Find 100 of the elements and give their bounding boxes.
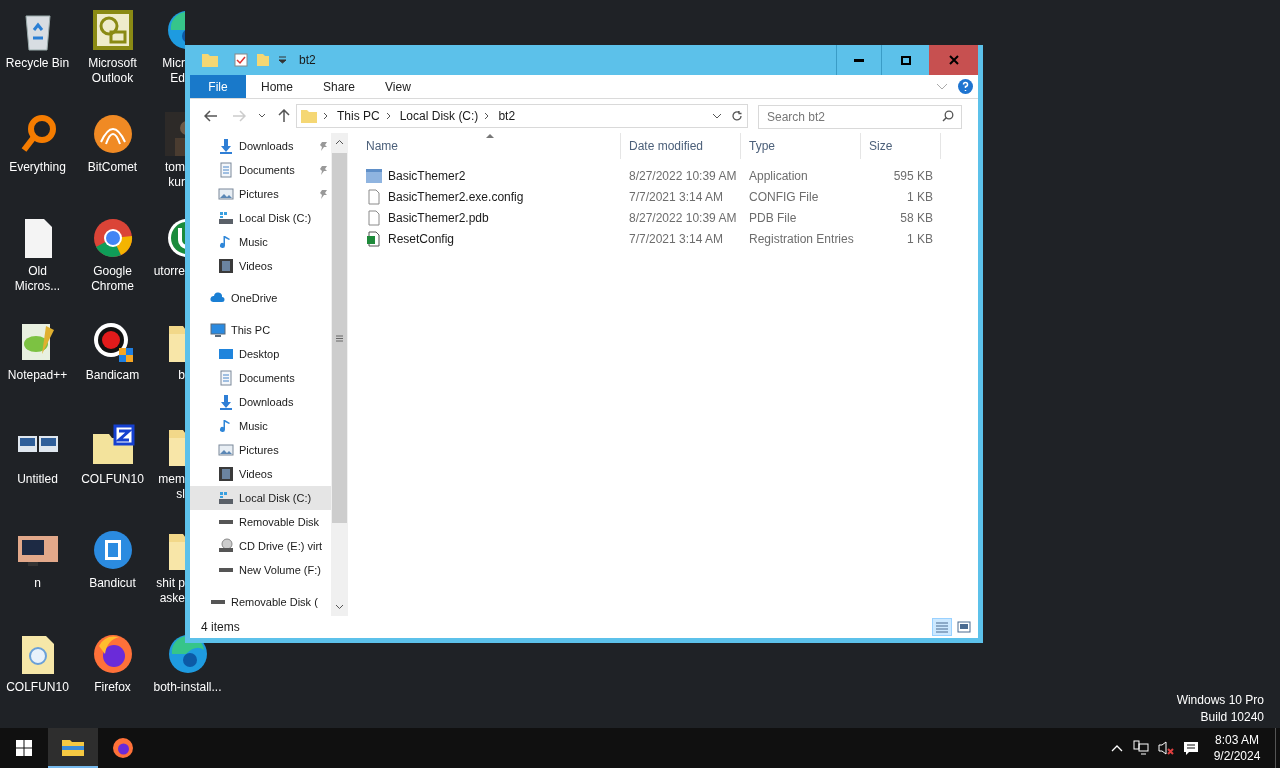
desktop-icon-label: mem sl: [158, 472, 185, 502]
ribbon-tab[interactable]: View: [370, 75, 426, 98]
desktop-icon-label: Microsoft Outlook: [88, 56, 137, 86]
nav-item[interactable]: Documents: [190, 158, 331, 182]
table-cell-text: 595 KB: [892, 167, 934, 185]
desktop-icon-label: Micr Ed: [162, 56, 185, 86]
clock-date[interactable]: 9/2/2024: [1213, 748, 1261, 764]
desktop-icon-label: Old Micros...: [14, 264, 61, 294]
ribbon-tab[interactable]: Share: [308, 75, 371, 98]
nav-item[interactable]: Videos: [190, 462, 331, 486]
desktop-icon-label: Bandicam: [85, 368, 140, 383]
nav-item[interactable]: Music: [190, 414, 331, 438]
scrollbar[interactable]: [331, 133, 348, 616]
network-icon[interactable]: [1133, 740, 1149, 756]
nav-item[interactable]: OneDrive: [190, 286, 331, 310]
breadcrumb-item[interactable]: bt2: [498, 107, 516, 125]
properties-icon[interactable]: [234, 53, 248, 67]
back-arrow-icon[interactable]: [204, 110, 218, 122]
pin-icon: [319, 189, 329, 199]
nav-item[interactable]: Documents: [190, 366, 331, 390]
folder-icon: [62, 738, 84, 756]
taskbar-app[interactable]: [48, 728, 98, 768]
column-header[interactable]: Type: [741, 133, 861, 159]
desktop-icon-label: COLFUN10: [6, 680, 69, 695]
desktop-icon-label: Google Chrome: [91, 264, 134, 294]
ribbon-tab[interactable]: Home: [246, 75, 308, 98]
desktop-icon-label: Recycle Bin: [5, 56, 70, 71]
desktop-icon-label: Notepad++: [7, 368, 68, 383]
removable-icon: [211, 600, 225, 604]
desktop-icon-label: COLFUN10: [81, 472, 144, 487]
nav-label: Pictures: [239, 186, 279, 202]
table-cell-text: 1 KB: [906, 188, 934, 206]
file-name[interactable]: BasicThemer2.pdb: [388, 208, 489, 227]
drive-icon: [218, 490, 234, 506]
breadcrumb-item[interactable]: Local Disk (C:): [399, 107, 479, 125]
nav-item[interactable]: New Volume (F:): [190, 558, 331, 582]
scroll-down-icon[interactable]: [335, 604, 344, 610]
videos-icon: [218, 466, 234, 482]
folder-icon: [301, 109, 317, 123]
scroll-up-icon[interactable]: [335, 139, 344, 145]
download-icon: [218, 138, 234, 154]
desktop-icon-label: Everything: [9, 160, 66, 175]
up-arrow-icon[interactable]: [278, 109, 290, 123]
removable-icon: [219, 520, 233, 524]
nav-item[interactable]: Downloads: [190, 390, 331, 414]
muted-speaker-icon[interactable]: [1157, 740, 1175, 756]
large-icons-view-button[interactable]: [954, 618, 974, 636]
nav-label: Documents: [239, 162, 295, 178]
chevron-up-icon[interactable]: [1111, 744, 1123, 752]
nav-item[interactable]: Downloads: [190, 134, 331, 158]
nav-item[interactable]: Pictures: [190, 182, 331, 206]
table-cell-text: Application: [748, 167, 809, 185]
refresh-icon[interactable]: [731, 110, 743, 122]
nav-item[interactable]: Videos: [190, 254, 331, 278]
dropdown-icon[interactable]: [712, 113, 722, 119]
column-header[interactable]: Size: [861, 133, 941, 159]
nav-item[interactable]: Removable Disk (: [190, 590, 331, 614]
nav-item[interactable]: Local Disk (C:): [190, 486, 331, 510]
breadcrumb-item[interactable]: This PC: [337, 107, 380, 125]
drive-icon: [218, 210, 234, 226]
cd-icon: [218, 538, 234, 554]
nav-label: Downloads: [239, 394, 294, 410]
help-icon[interactable]: [958, 79, 973, 94]
file-name[interactable]: ResetConfig: [388, 229, 455, 248]
table-cell-text: 8/27/2022 10:39 AM: [628, 209, 738, 227]
table-cell-text: CONFIG File: [748, 188, 820, 206]
nav-label: OneDrive: [231, 290, 278, 306]
dropdown-icon[interactable]: [258, 113, 266, 119]
nav-label: Pictures: [239, 442, 279, 458]
desktop-icon-label: Untitled: [17, 472, 58, 487]
nav-item[interactable]: CD Drive (E:) virt: [190, 534, 331, 558]
nav-item[interactable]: Music: [190, 230, 331, 254]
table-cell-text: 7/7/2021 3:14 AM: [628, 230, 725, 248]
desktop-icon-label: Bandicut: [89, 576, 136, 591]
status-text: 4 items: [201, 619, 240, 636]
file-name[interactable]: BasicThemer2.exe.config: [388, 187, 524, 206]
file-name[interactable]: BasicThemer2: [388, 166, 466, 185]
windows-logo-icon: [16, 740, 32, 756]
close-icon: [948, 55, 959, 65]
pictures-icon: [218, 186, 234, 202]
desktop-icon[interactable]: [90, 8, 135, 52]
table-cell-text: 58 KB: [899, 209, 934, 227]
address-bar[interactable]: This PC Local Disk (C:) bt2: [296, 104, 748, 128]
nav-item[interactable]: Removable Disk: [190, 510, 331, 534]
column-header[interactable]: Date modified: [621, 133, 741, 159]
nav-item[interactable]: Desktop: [190, 342, 331, 366]
file-file-icon: [366, 209, 382, 226]
notification-icon[interactable]: [1183, 740, 1199, 756]
nav-item[interactable]: This PC: [190, 318, 331, 342]
close-button[interactable]: [929, 45, 978, 75]
nav-label: Music: [239, 418, 268, 434]
firefox-icon: [112, 737, 134, 759]
dropdown-icon[interactable]: [278, 56, 287, 64]
search-field[interactable]: Search bt2: [758, 105, 962, 129]
clock-time[interactable]: 8:03 AM: [1215, 732, 1259, 748]
scroll-thumb[interactable]: [332, 153, 347, 523]
chevron-icon: [484, 112, 491, 120]
nav-item[interactable]: Local Disk (C:): [190, 206, 331, 230]
nav-label: Music: [239, 234, 268, 250]
nav-item[interactable]: Pictures: [190, 438, 331, 462]
